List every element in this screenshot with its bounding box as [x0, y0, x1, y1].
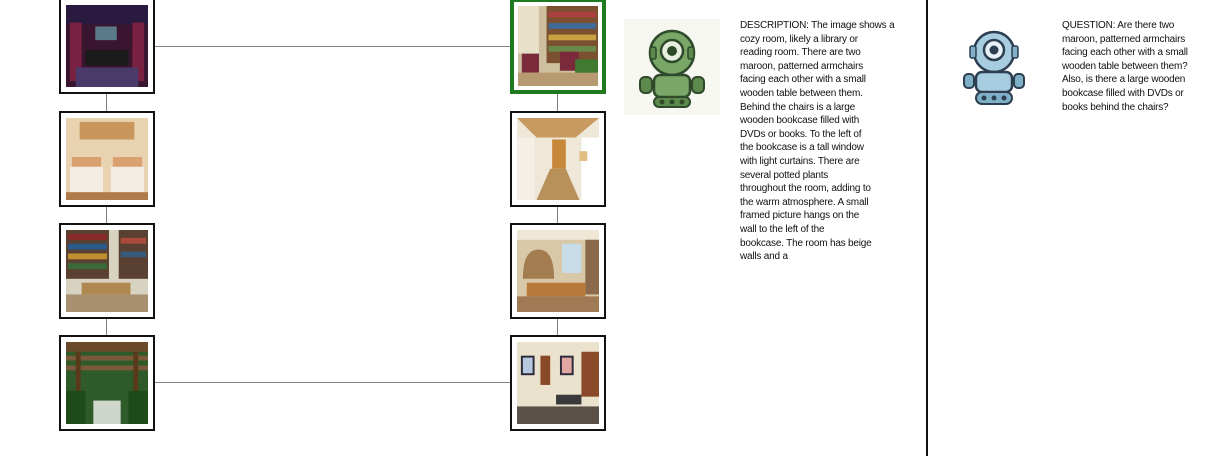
blue-robot-icon: [956, 26, 1032, 112]
library-study-image[interactable]: [59, 223, 155, 319]
panel-divider: [926, 0, 928, 456]
library-reading-room-image[interactable]: [510, 0, 606, 94]
hallway-image[interactable]: [510, 111, 606, 207]
question-text: QUESTION: Are there two maroon, patterne…: [1062, 20, 1188, 113]
living-room-image[interactable]: [510, 223, 606, 319]
pergola-garden-image[interactable]: [59, 335, 155, 431]
twin-bedroom-image[interactable]: [59, 111, 155, 207]
description-text: DESCRIPTION: The image shows a cozy room…: [740, 20, 895, 263]
green-robot-icon: [624, 19, 720, 115]
top-row-connector: [155, 46, 510, 47]
office-lobby-image[interactable]: [510, 335, 606, 431]
home-theater-image[interactable]: [59, 0, 155, 94]
bottom-row-connector: [155, 382, 510, 383]
